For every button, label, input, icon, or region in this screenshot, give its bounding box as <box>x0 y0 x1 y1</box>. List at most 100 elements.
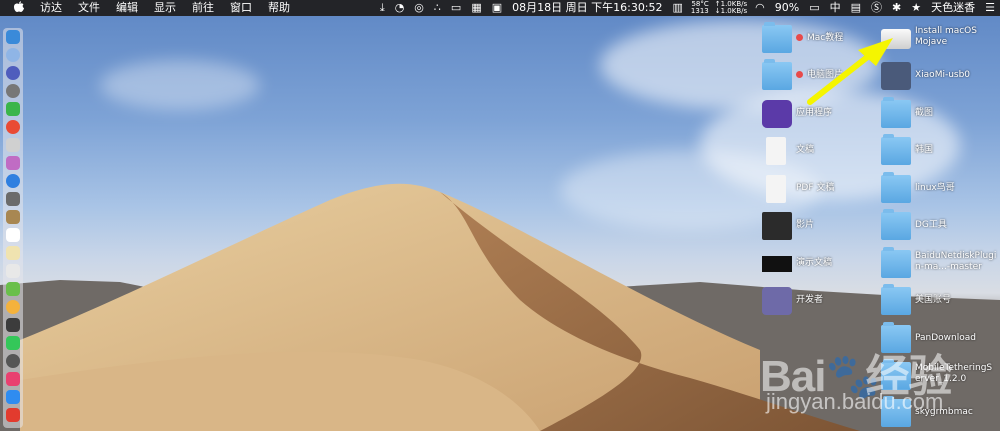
item-label: 韩国 <box>915 145 934 155</box>
menu-help[interactable]: 帮助 <box>260 0 298 16</box>
item-label: Install macOS Mojave <box>915 26 977 47</box>
desktop-item-applications[interactable]: 应用程序 <box>762 100 878 132</box>
item-label: 电脑图片 <box>807 70 844 80</box>
messages-icon[interactable] <box>6 336 20 350</box>
desktop-item-us-account[interactable]: 美国账号 <box>881 284 997 319</box>
notes-icon[interactable] <box>6 210 20 224</box>
item-label: BaiduNetdiskPlugin-ma...-master <box>915 251 997 272</box>
desktop-item-xiaomi-usb[interactable]: XiaoMi-usb0 <box>881 62 997 94</box>
desktop-item-install-macos[interactable]: Install macOS Mojave <box>881 25 997 57</box>
dots-icon[interactable]: ∴ <box>429 0 446 16</box>
desktop-item-documents[interactable]: 文稿 <box>762 137 878 169</box>
folder-icon <box>762 59 792 90</box>
finder-icon[interactable] <box>6 30 20 44</box>
desktop-item-developer[interactable]: 开发者 <box>762 287 878 319</box>
ghost-icon[interactable]: ◔ <box>390 0 410 16</box>
desktop-item-dg-tools[interactable]: DG工具 <box>881 209 997 244</box>
desktop-item-screenshots[interactable]: 截图 <box>881 97 997 132</box>
menu-go[interactable]: 前往 <box>184 0 222 16</box>
folder-icon <box>881 97 911 128</box>
document-icon <box>766 137 786 165</box>
system-preferences-icon[interactable] <box>6 354 20 368</box>
network-drive-icon <box>881 62 911 90</box>
red-tag-icon <box>796 71 803 78</box>
s-app-icon[interactable]: Ⓢ <box>866 0 887 16</box>
vivaldi-icon[interactable] <box>6 408 20 422</box>
item-label: 演示文稿 <box>796 258 833 268</box>
launchpad-icon[interactable] <box>6 66 20 80</box>
desktop-item-pc-pictures[interactable]: 电脑图片 <box>762 59 878 94</box>
developer-icon <box>762 287 792 315</box>
item-label: 美国账号 <box>915 295 952 305</box>
clock-datetime[interactable]: 08月18日 周日 下午16:30:52 <box>507 0 667 16</box>
preview-icon[interactable] <box>6 264 20 278</box>
desktop-item-movies[interactable]: 影片 <box>762 212 878 244</box>
photos-icon[interactable] <box>6 300 20 314</box>
apple-icon[interactable] <box>0 1 32 15</box>
stickies-icon[interactable] <box>6 246 20 260</box>
safari-icon[interactable] <box>6 174 20 188</box>
notification-center-icon[interactable]: ☰ <box>980 0 1000 16</box>
menu-edit[interactable]: 编辑 <box>108 0 146 16</box>
dock <box>3 28 23 428</box>
grid-app-icon[interactable] <box>6 138 20 152</box>
app-store-icon[interactable] <box>6 390 20 404</box>
item-label: DG工具 <box>915 220 947 230</box>
menu-file[interactable]: 文件 <box>70 0 108 16</box>
red-tag-icon <box>796 34 803 41</box>
android-icon[interactable] <box>6 102 20 116</box>
status-area: ⤓ ◔ ◎ ∴ ▭ ▦ ▣ 08月18日 周日 下午16:30:52 ▥ 58°… <box>375 0 1000 16</box>
menu-view[interactable]: 显示 <box>146 0 184 16</box>
disk-icon <box>881 29 911 49</box>
folder-icon <box>881 209 911 240</box>
desktop-item-mac-tutorial[interactable]: Mac教程 <box>762 22 878 57</box>
item-label: 截图 <box>915 108 934 118</box>
item-label: 文稿 <box>796 145 815 155</box>
input-method[interactable]: 中 <box>825 0 846 16</box>
desktop-item-pdf-documents[interactable]: PDF 文稿 <box>762 175 878 207</box>
applications-icon <box>762 100 792 128</box>
chrome-icon[interactable] <box>6 120 20 134</box>
music-icon[interactable] <box>6 372 20 386</box>
desktop-item-presentations[interactable]: 演示文稿 <box>762 250 878 282</box>
terminal-icon[interactable] <box>6 318 20 332</box>
maps-icon[interactable] <box>6 282 20 296</box>
folder-icon <box>881 172 911 203</box>
calendar-app-icon[interactable] <box>6 228 20 242</box>
bluetooth-icon[interactable]: ✱ <box>887 0 906 16</box>
dark-app-icon[interactable] <box>6 192 20 206</box>
item-label: 影片 <box>796 220 815 230</box>
network-readout[interactable]: ↑1.0KB/s ↓1.0KB/s <box>712 1 750 15</box>
folder-icon <box>762 22 792 53</box>
item-label: XiaoMi-usb0 <box>915 70 971 80</box>
baidu-watermark-url: jingyan.baidu.com <box>766 389 944 414</box>
rocket-icon[interactable] <box>6 84 20 98</box>
desktop-item-baidunetdisk-plugin[interactable]: BaiduNetdiskPlugin-ma...-master <box>881 247 997 282</box>
globe-icon[interactable]: ◎ <box>409 0 429 16</box>
wifi-icon[interactable]: ◠ <box>750 0 770 16</box>
star-icon[interactable]: ★ <box>906 0 926 16</box>
desktop-item-linux[interactable]: linux鸟哥 <box>881 172 997 207</box>
istat-icon[interactable]: ▥ <box>668 0 688 16</box>
flag-icon[interactable]: ▤ <box>846 0 866 16</box>
siri-icon[interactable] <box>6 48 20 62</box>
menu-window[interactable]: 窗口 <box>222 0 260 16</box>
temp-fan-readout[interactable]: 58°C 1313 <box>688 1 712 15</box>
menu-bar: 访达 文件 编辑 显示 前往 窗口 帮助 ⤓ ◔ ◎ ∴ ▭ ▦ ▣ 08月18… <box>0 0 1000 16</box>
pdf-icon <box>766 175 786 203</box>
chart-icon[interactable]: ▦ <box>466 0 486 16</box>
item-label: PDF 文稿 <box>796 183 835 193</box>
menu-finder[interactable]: 访达 <box>32 0 70 16</box>
battery-icon[interactable]: ▭ <box>804 0 824 16</box>
folder-icon <box>881 284 911 315</box>
item-label: Mac教程 <box>807 33 844 43</box>
display-icon[interactable]: ▭ <box>446 0 466 16</box>
user-name[interactable]: 天色迷香 <box>926 0 980 16</box>
purple-app-icon[interactable] <box>6 156 20 170</box>
download-icon[interactable]: ⤓ <box>375 0 390 16</box>
calendar-icon[interactable]: ▣ <box>487 0 507 16</box>
presentation-icon <box>762 256 792 272</box>
desktop-item-korea[interactable]: 韩国 <box>881 134 997 169</box>
item-label: 应用程序 <box>796 108 833 118</box>
battery-percent[interactable]: 90% <box>770 0 804 16</box>
